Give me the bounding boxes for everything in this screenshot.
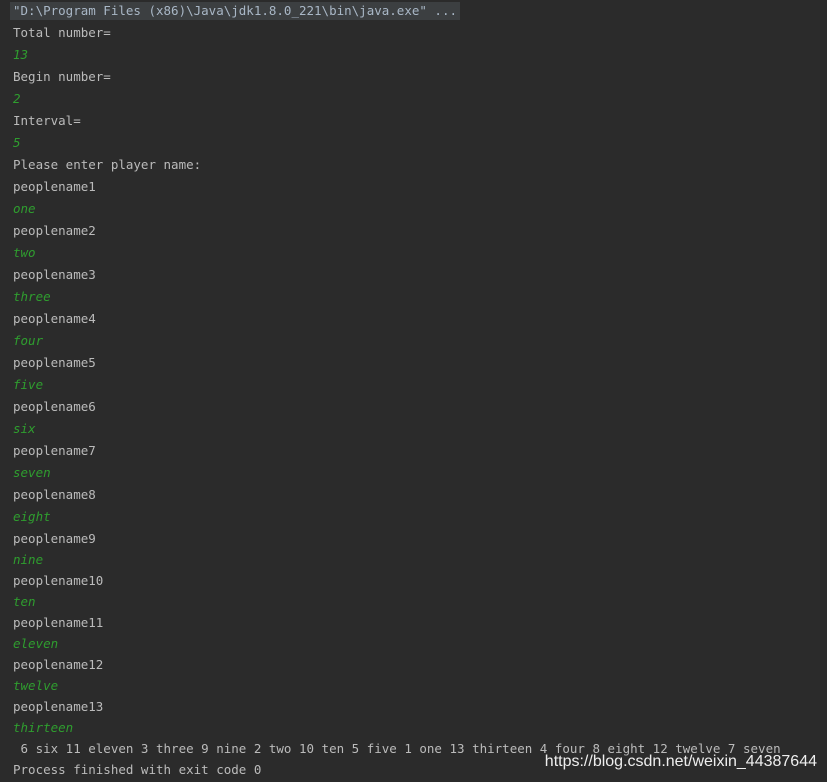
console-input-line: 13	[13, 47, 29, 62]
console-input-line: seven	[13, 465, 51, 480]
console-output-line: peoplename6	[13, 399, 96, 414]
console-output-line: Interval=	[13, 113, 81, 128]
console-input-line: eight	[13, 509, 51, 524]
console-input-line: four	[13, 333, 44, 348]
console-input-line: 2	[13, 91, 21, 106]
console-output-line: peoplename10	[13, 573, 104, 588]
console-input-line: twelve	[13, 678, 59, 693]
console-output-line: peoplename1	[13, 179, 96, 194]
console-input-line: six	[13, 421, 36, 436]
console-input-line: one	[13, 201, 36, 216]
console-output-line: peoplename13	[13, 699, 104, 714]
run-console[interactable]: "D:\Program Files (x86)\Java\jdk1.8.0_22…	[0, 0, 827, 782]
console-input-line: five	[13, 377, 44, 392]
console-output-line: peoplename5	[13, 355, 96, 370]
console-input-line: ten	[13, 594, 36, 609]
console-input-line: 5	[13, 135, 21, 150]
console-output-line: peoplename4	[13, 311, 96, 326]
console-input-line: eleven	[13, 636, 59, 651]
console-output-line: peoplename8	[13, 487, 96, 502]
console-output-line: peoplename11	[13, 615, 104, 630]
console-input-line: two	[13, 245, 36, 260]
console-output-line: Begin number=	[13, 69, 111, 84]
console-output-line: peoplename3	[13, 267, 96, 282]
console-input-line: three	[13, 289, 51, 304]
run-command[interactable]: "D:\Program Files (x86)\Java\jdk1.8.0_22…	[10, 2, 461, 20]
console-output-line: peoplename7	[13, 443, 96, 458]
watermark: https://blog.csdn.net/weixin_44387644	[544, 753, 817, 770]
console-output-line: peoplename9	[13, 531, 96, 546]
console-output-line: Please enter player name:	[13, 157, 202, 172]
console-input-line: nine	[13, 552, 44, 567]
console-output-line: Process finished with exit code 0	[13, 762, 262, 777]
console-output-line: Total number=	[13, 25, 111, 40]
console-output-line: peoplename2	[13, 223, 96, 238]
console-output-line: peoplename12	[13, 657, 104, 672]
console-input-line: thirteen	[13, 720, 74, 735]
